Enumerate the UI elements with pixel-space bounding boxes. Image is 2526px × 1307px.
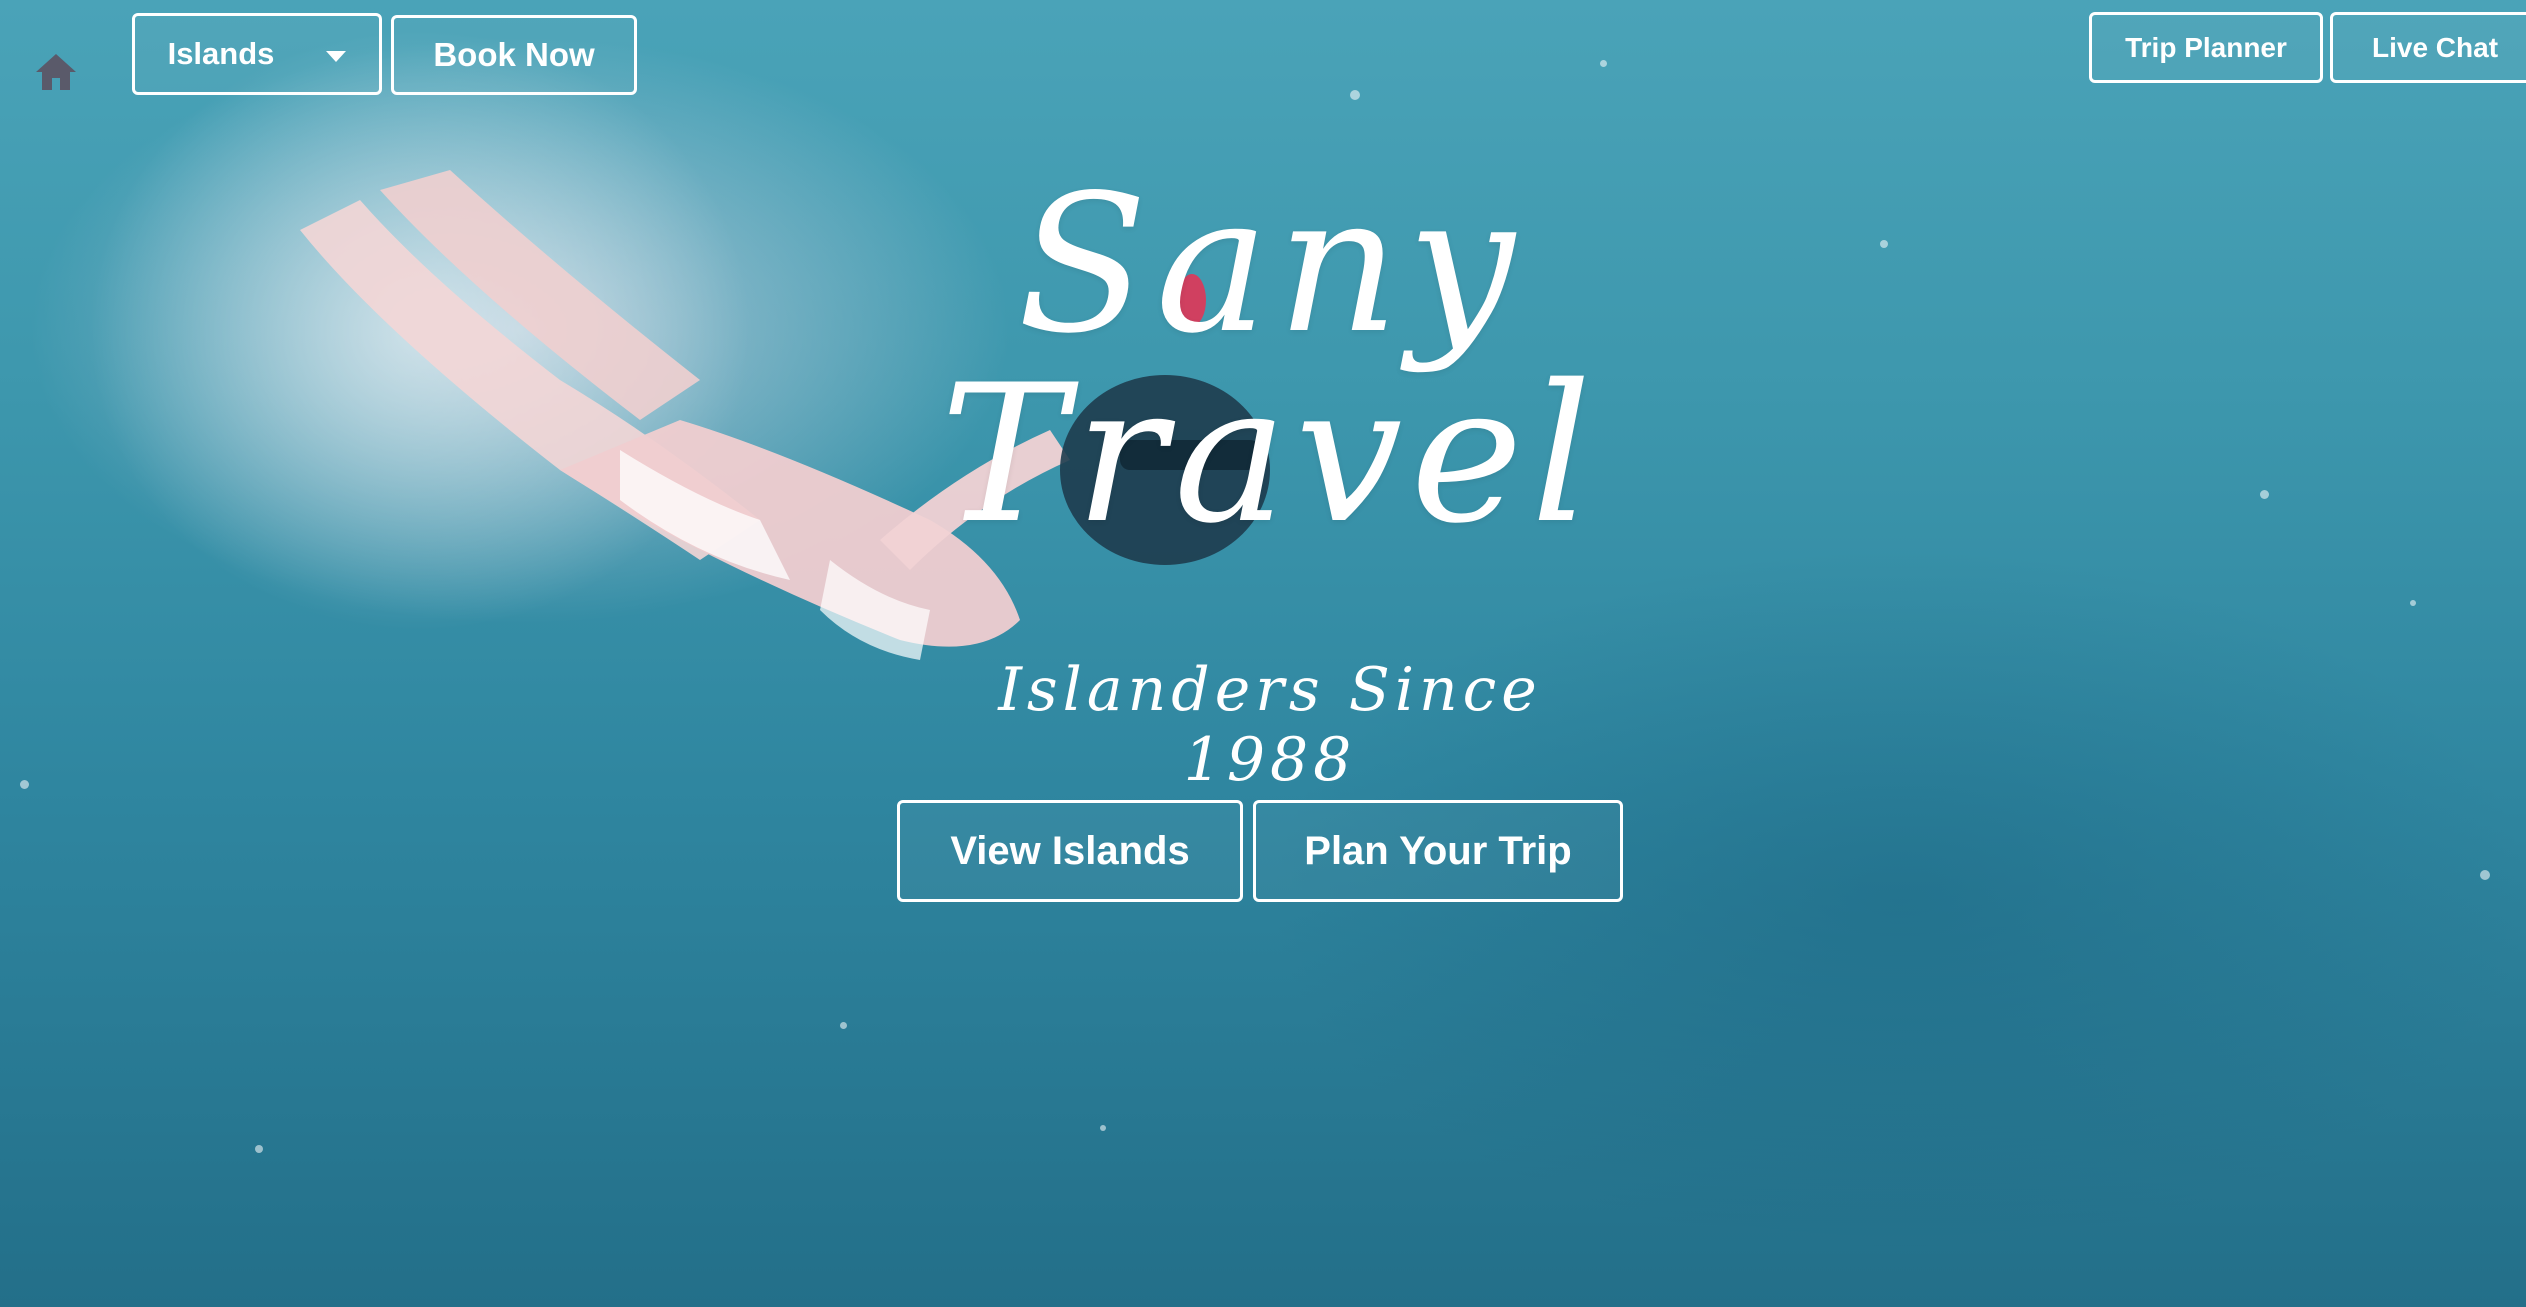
islands-label: Islands — [167, 36, 275, 71]
plan-your-trip-label: Plan Your Trip — [1304, 828, 1572, 873]
trip-planner-button[interactable]: Trip Planner — [2089, 12, 2323, 83]
chevron-down-icon — [326, 50, 347, 62]
home-icon[interactable] — [34, 50, 78, 94]
site-tagline: Islanders Since 1988 — [998, 655, 1542, 795]
book-now-button[interactable]: Book Now — [391, 15, 637, 95]
islands-dropdown-button[interactable]: Islands — [132, 13, 382, 95]
trip-planner-label: Trip Planner — [2125, 31, 2287, 63]
hero-section: Islands Book Now Trip Planner Live Chat … — [0, 0, 2526, 1307]
site-title: Sany Travel — [940, 154, 1600, 565]
live-chat-label: Live Chat — [2371, 31, 2499, 63]
book-now-label: Book Now — [433, 36, 595, 73]
view-islands-button[interactable]: View Islands — [897, 800, 1243, 902]
plan-your-trip-button[interactable]: Plan Your Trip — [1253, 800, 1623, 902]
live-chat-button[interactable]: Live Chat — [2330, 12, 2526, 83]
view-islands-label: View Islands — [950, 828, 1190, 873]
